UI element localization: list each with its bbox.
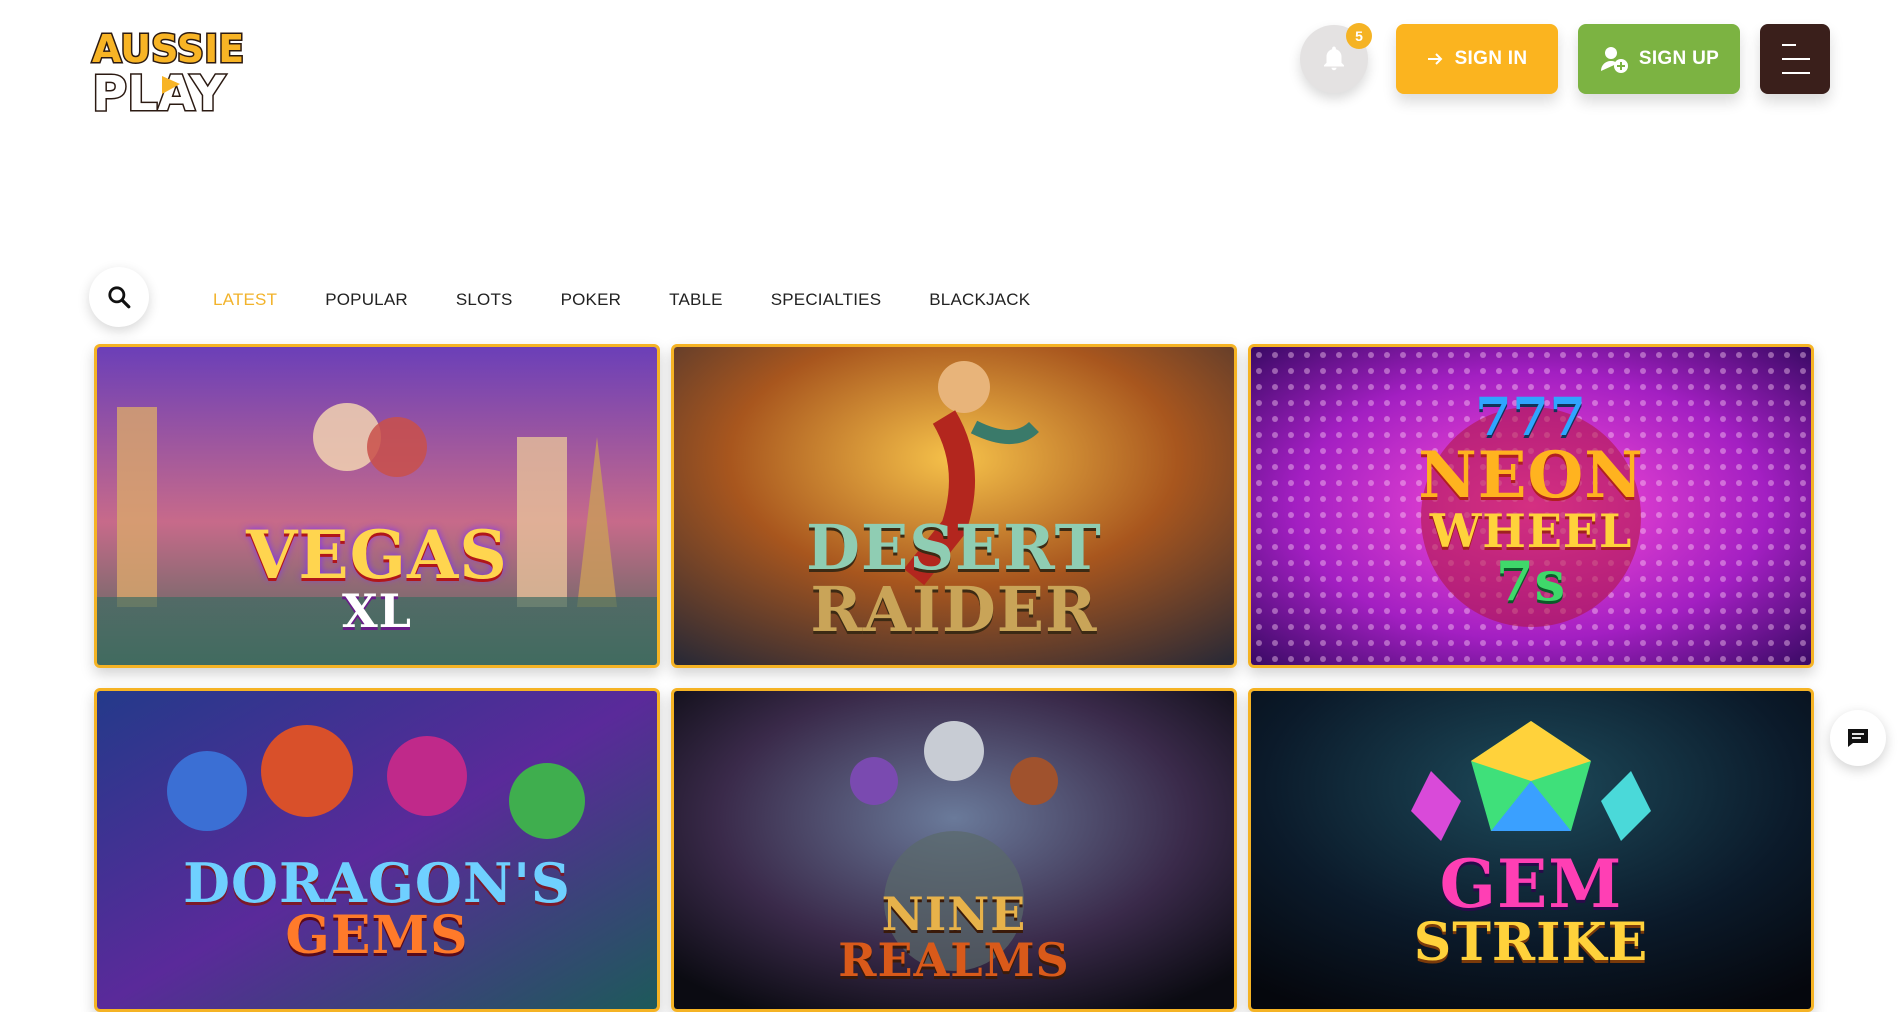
tab-poker[interactable]: POKER	[561, 290, 622, 310]
game-title: VEGAS XL	[97, 522, 657, 634]
chat-icon	[1848, 729, 1868, 747]
category-tabs: LATEST POPULAR SLOTS POKER TABLE SPECIAL…	[213, 290, 1078, 310]
game-title: DORAGON'S GEMS	[97, 856, 657, 962]
sign-up-button[interactable]: SIGN UP	[1578, 24, 1740, 94]
game-title-line: GEMS	[285, 905, 469, 966]
hamburger-line	[1782, 72, 1810, 74]
sign-in-label: SIGN IN	[1454, 48, 1528, 69]
game-title-line: NINE	[881, 887, 1027, 941]
game-card-nine-realms[interactable]: NINE REALMS	[671, 688, 1237, 1012]
game-title-line: DORAGON'S	[183, 851, 571, 915]
arrow-right-icon	[1427, 53, 1442, 65]
search-button[interactable]	[89, 267, 149, 327]
sign-up-label: SIGN UP	[1638, 48, 1720, 69]
tab-popular[interactable]: POPULAR	[325, 290, 408, 310]
game-title-line: DESERT	[806, 511, 1102, 584]
game-title-line: VEGAS	[246, 516, 508, 594]
tab-blackjack[interactable]: BLACKJACK	[929, 290, 1030, 310]
game-title-line: XL	[341, 584, 413, 638]
game-title-line: 777	[1475, 387, 1587, 448]
game-title: 777 NEON WHEEL 7s	[1251, 387, 1811, 613]
game-card-desert-raider[interactable]: DESERT RAIDER	[671, 344, 1237, 668]
game-title: DESERT RAIDER	[674, 517, 1234, 641]
live-chat-button[interactable]	[1830, 710, 1886, 766]
game-title-line: STRIKE	[1413, 912, 1649, 973]
game-title-line: NEON	[1418, 438, 1644, 513]
hamburger-menu-button[interactable]	[1760, 24, 1830, 94]
game-title: NINE REALMS	[674, 891, 1234, 983]
notification-count-badge: 5	[1346, 23, 1372, 49]
notifications-button[interactable]: 5	[1300, 23, 1372, 93]
aussie-play-logo[interactable]: AUSSIE PLAY	[88, 22, 248, 119]
search-icon	[108, 286, 131, 309]
game-title-line: 7s	[1496, 549, 1566, 613]
svg-text:PLAY: PLAY	[92, 66, 226, 118]
game-title-line: RAIDER	[810, 573, 1098, 646]
svg-text:AUSSIE: AUSSIE	[92, 27, 244, 71]
tab-table[interactable]: TABLE	[669, 290, 723, 310]
game-title-line: REALMS	[838, 933, 1070, 987]
game-card-doragons-gems[interactable]: DORAGON'S GEMS	[94, 688, 660, 1012]
game-card-neon-wheel-7s[interactable]: 777 NEON WHEEL 7s	[1248, 344, 1814, 668]
game-card-gem-strike[interactable]: GEM STRIKE	[1248, 688, 1814, 1012]
game-card-vegas-xl[interactable]: VEGAS XL	[94, 344, 660, 668]
sign-in-button[interactable]: SIGN IN	[1396, 24, 1558, 94]
bell-icon	[1324, 46, 1344, 71]
hamburger-icon	[1782, 44, 1796, 46]
game-title-line: GEM	[1439, 845, 1623, 923]
game-title-line: WHEEL	[1429, 504, 1633, 558]
tab-specialties[interactable]: SPECIALTIES	[771, 290, 882, 310]
tab-slots[interactable]: SLOTS	[456, 290, 513, 310]
add-user-icon	[1600, 47, 1628, 73]
game-title: GEM STRIKE	[1251, 851, 1811, 969]
tab-latest[interactable]: LATEST	[213, 290, 277, 310]
hamburger-line	[1782, 58, 1810, 60]
